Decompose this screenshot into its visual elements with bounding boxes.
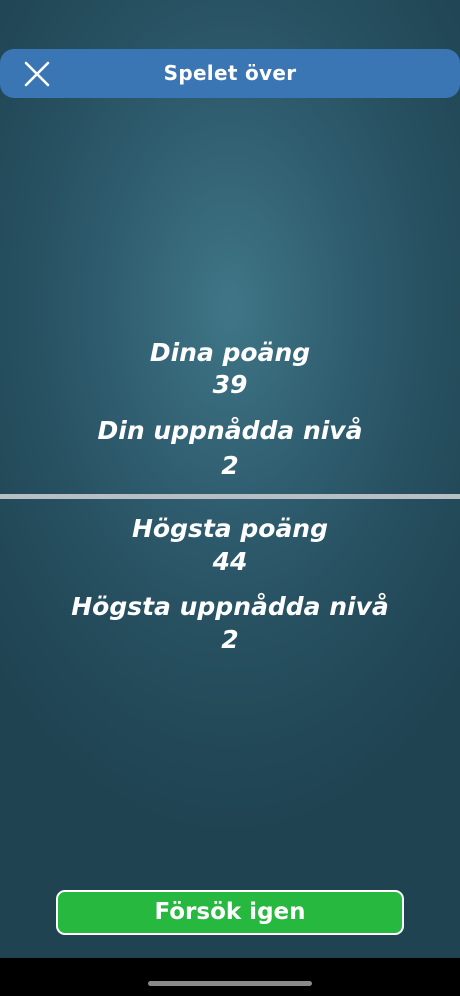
game-over-screen: Spelet över Dina poäng 39 Din uppnådda n… [0, 0, 460, 996]
your-score-label: Dina poäng [149, 338, 311, 367]
divider [0, 494, 460, 499]
high-score-value: 44 [212, 547, 248, 576]
your-score-value: 39 [212, 370, 248, 399]
header-bar: Spelet över [0, 49, 460, 98]
your-level-label: Din uppnådda nivå [97, 416, 363, 445]
close-button[interactable] [20, 57, 54, 91]
your-level-value: 2 [221, 451, 239, 480]
page-title: Spelet över [163, 61, 297, 85]
retry-button[interactable]: Försök igen [56, 890, 404, 935]
highest-level-value: 2 [221, 625, 239, 654]
highest-level-label: Högsta uppnådda nivå [71, 592, 389, 621]
home-indicator [148, 981, 312, 986]
close-icon [24, 61, 50, 87]
high-score-label: Högsta poäng [131, 514, 329, 543]
